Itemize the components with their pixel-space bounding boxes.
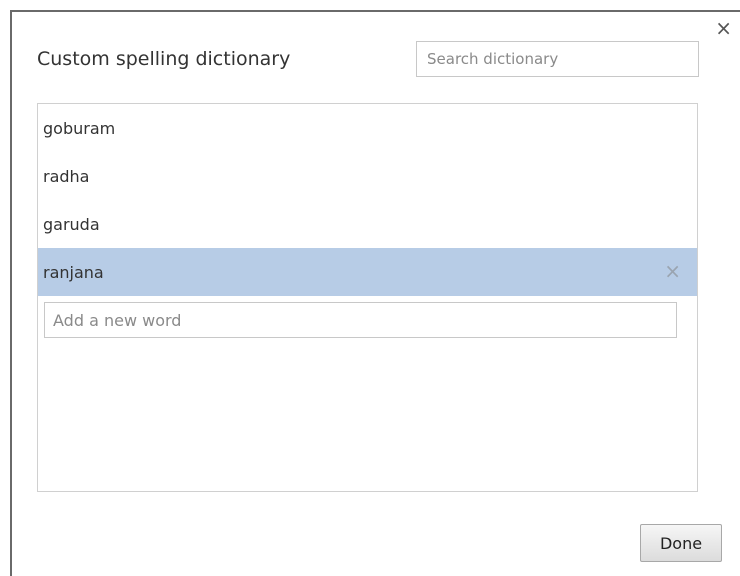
list-item[interactable]: radha [38, 152, 697, 200]
add-new-word-input[interactable] [44, 302, 677, 338]
word-label: garuda [43, 214, 100, 234]
delete-word-icon[interactable]: × [664, 261, 681, 281]
list-item[interactable]: garuda [38, 200, 697, 248]
search-dictionary-input[interactable] [416, 41, 699, 77]
custom-dictionary-dialog: × Custom spelling dictionary goburam rad… [10, 10, 740, 576]
word-label: radha [43, 166, 90, 186]
close-icon[interactable]: × [715, 18, 732, 38]
word-label: ranjana [43, 262, 104, 282]
word-label: goburam [43, 118, 116, 138]
dialog-title: Custom spelling dictionary [37, 48, 291, 70]
list-item[interactable]: goburam [38, 104, 697, 152]
list-item-selected[interactable]: ranjana × [38, 248, 697, 296]
word-list: goburam radha garuda ranjana × [37, 103, 698, 492]
done-button[interactable]: Done [640, 524, 722, 562]
